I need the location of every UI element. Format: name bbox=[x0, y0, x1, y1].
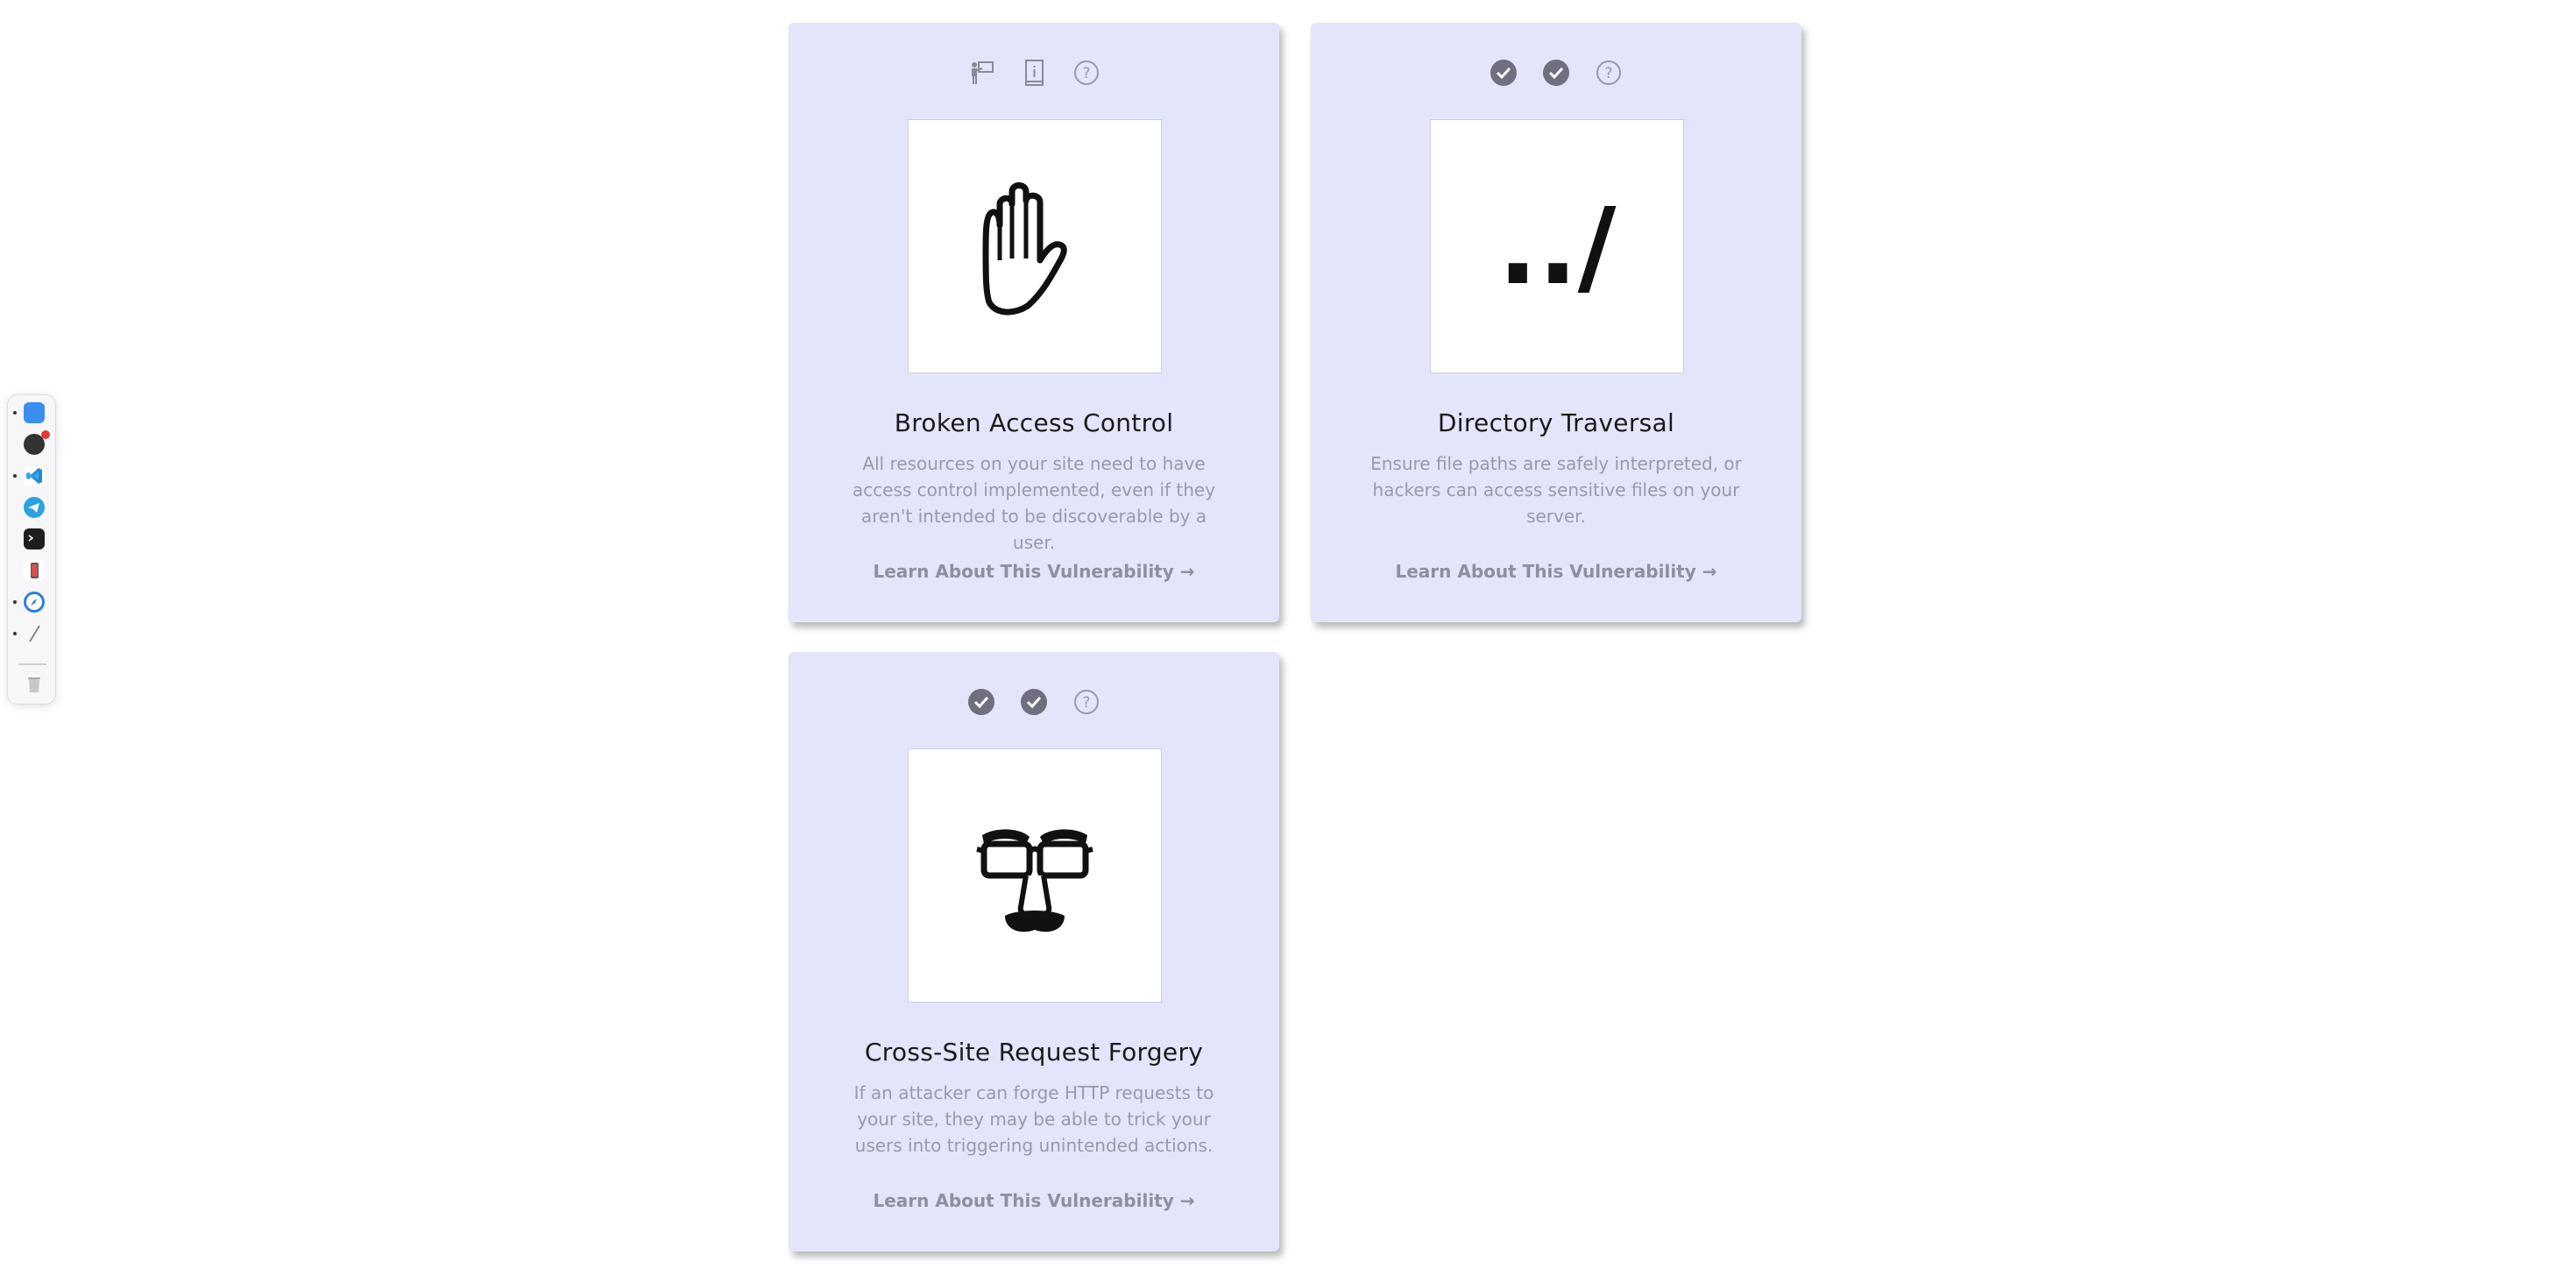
svg-text:?: ? bbox=[1604, 65, 1612, 82]
check-icon[interactable] bbox=[966, 687, 996, 717]
vscode-icon[interactable] bbox=[24, 465, 45, 486]
learn-more-link[interactable]: Learn About This Vulnerability → bbox=[1311, 561, 1801, 582]
card-title: Broken Access Control bbox=[894, 408, 1174, 437]
vulnerability-card-directory-traversal: ? ../ Directory Traversal Ensure file pa… bbox=[1311, 23, 1801, 622]
dock-running-dot bbox=[13, 632, 17, 635]
check-icon[interactable] bbox=[1541, 58, 1571, 88]
status-icons: ? bbox=[789, 687, 1279, 717]
telegram-icon[interactable] bbox=[24, 497, 45, 518]
vulnerability-card-broken-access-control: ? Broken Access Control All resources on… bbox=[789, 23, 1279, 622]
dock-separator bbox=[18, 663, 46, 665]
svg-text:?: ? bbox=[1082, 65, 1090, 82]
finder-icon[interactable] bbox=[24, 402, 45, 423]
status-icons: ? bbox=[1311, 58, 1801, 88]
hand-illustration bbox=[908, 119, 1162, 373]
trash-icon[interactable] bbox=[24, 674, 45, 695]
disguise-glasses-illustration bbox=[908, 748, 1162, 1003]
notification-badge bbox=[41, 430, 50, 439]
card-description: All resources on your site need to have … bbox=[852, 453, 1216, 553]
learn-more-link[interactable]: Learn About This Vulnerability → bbox=[789, 561, 1279, 582]
script-editor-icon[interactable] bbox=[24, 623, 45, 644]
illustration-text: ../ bbox=[1498, 187, 1617, 308]
status-icons: ? bbox=[789, 58, 1279, 88]
card-title: Cross-Site Request Forgery bbox=[864, 1038, 1204, 1067]
card-description: Ensure file paths are safely interpreted… bbox=[1370, 453, 1742, 527]
card-description: If an attacker can forge HTTP requests t… bbox=[853, 1082, 1214, 1156]
terminal-icon[interactable] bbox=[24, 528, 45, 549]
check-icon[interactable] bbox=[1489, 58, 1518, 88]
dock bbox=[7, 394, 56, 705]
vulnerability-card-csrf: ? Cross-Site Request Forgery If an attac… bbox=[789, 652, 1279, 1251]
learn-more-link[interactable]: Learn About This Vulnerability → bbox=[789, 1190, 1279, 1211]
question-icon[interactable]: ? bbox=[1072, 687, 1101, 717]
dock-running-dot bbox=[13, 474, 17, 478]
question-icon[interactable]: ? bbox=[1594, 58, 1624, 88]
presentation-icon[interactable] bbox=[966, 58, 996, 88]
dot-dot-slash-illustration: ../ bbox=[1430, 119, 1684, 373]
question-icon[interactable]: ? bbox=[1072, 58, 1101, 88]
svg-text:?: ? bbox=[1082, 694, 1090, 712]
dock-running-dot bbox=[13, 411, 17, 415]
card-title: Directory Traversal bbox=[1437, 408, 1675, 437]
dock-running-dot bbox=[13, 600, 17, 604]
iphone-mirroring-icon[interactable] bbox=[24, 560, 45, 581]
safari-icon[interactable] bbox=[24, 592, 45, 613]
check-icon[interactable] bbox=[1019, 687, 1049, 717]
book-icon[interactable] bbox=[1019, 58, 1049, 88]
